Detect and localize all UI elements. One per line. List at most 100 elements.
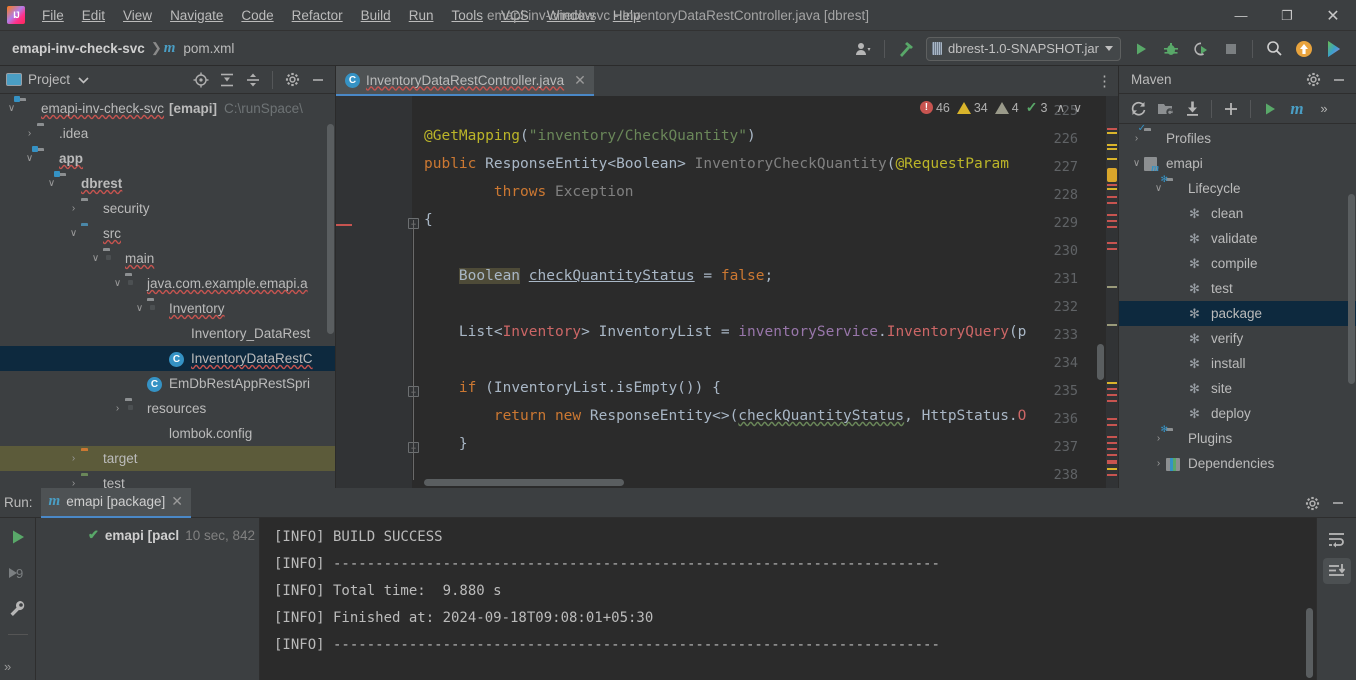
- menu-tools[interactable]: Tools: [442, 5, 492, 26]
- ok-count-group[interactable]: ✓ 3: [1026, 99, 1048, 116]
- tree-item-test[interactable]: › test: [0, 471, 335, 488]
- maximize-button[interactable]: ❐: [1264, 0, 1310, 31]
- chevron-right-icon[interactable]: ›: [66, 453, 81, 464]
- menu-file[interactable]: File: [33, 5, 73, 26]
- chevron-down-icon[interactable]: ∨: [66, 228, 81, 239]
- tree-item-target[interactable]: › target: [0, 446, 335, 471]
- code-editor[interactable]: 225 226 227 228 229 230 231 232 233 234 …: [336, 96, 1118, 488]
- expand-all-icon[interactable]: [215, 69, 239, 91]
- tree-item-emdbrestapp[interactable]: · C EmDbRestAppRestSpri: [0, 371, 335, 396]
- minimize-button[interactable]: —: [1218, 0, 1264, 31]
- maven-goal-clean[interactable]: ✻ clean: [1119, 201, 1356, 226]
- tree-item-security[interactable]: › security: [0, 196, 335, 221]
- run-icon[interactable]: [1127, 36, 1155, 62]
- run-tree-node[interactable]: ✔ emapi [pacl 10 sec, 842 ms: [36, 524, 259, 546]
- tree-item-dbrest[interactable]: ∨ dbrest: [0, 170, 335, 196]
- next-problem-icon[interactable]: ∨: [1071, 101, 1084, 115]
- tree-item-inventory-datarest[interactable]: · Inventory_DataRest: [0, 321, 335, 346]
- tree-item-project-root[interactable]: ∨ emapi-inv-check-svc [emapi] C:\runSpac…: [0, 95, 335, 121]
- tree-item-lombok-config[interactable]: · lombok.config: [0, 421, 335, 446]
- chevron-right-icon[interactable]: ›: [66, 478, 81, 488]
- chevron-down-icon[interactable]: ∨: [88, 253, 103, 264]
- build-console-output[interactable]: [INFO] BUILD SUCCESS [INFO] ------------…: [260, 518, 1316, 680]
- settings-wrench-icon[interactable]: [5, 598, 31, 620]
- editor-vertical-scrollbar[interactable]: [1097, 344, 1104, 380]
- maven-goal-validate[interactable]: ✻ validate: [1119, 226, 1356, 251]
- maven-goal-deploy[interactable]: ✻ deploy: [1119, 401, 1356, 426]
- tree-item-java-package[interactable]: ∨ java.com.example.emapi.a: [0, 271, 335, 296]
- maven-goal-test[interactable]: ✻ test: [1119, 276, 1356, 301]
- run-with-coverage-icon[interactable]: [1187, 36, 1215, 62]
- maven-goal-package[interactable]: ✻ package: [1119, 301, 1356, 326]
- menu-edit[interactable]: Edit: [73, 5, 114, 26]
- maven-item-dependencies[interactable]: › Dependencies: [1119, 451, 1356, 476]
- collapse-all-icon[interactable]: [241, 69, 265, 91]
- menu-build[interactable]: Build: [352, 5, 400, 26]
- maven-scrollbar[interactable]: [1348, 194, 1355, 384]
- scroll-to-end-icon[interactable]: [1322, 558, 1351, 584]
- add-icon[interactable]: [1218, 97, 1244, 121]
- maven-item-plugins[interactable]: › ✻ Plugins: [1119, 424, 1356, 451]
- chevron-down-icon[interactable]: ∨: [22, 153, 37, 164]
- user-avatar-icon[interactable]: [849, 36, 877, 62]
- maven-item-emapi[interactable]: ∨ m emapi: [1119, 151, 1356, 176]
- download-sources-icon[interactable]: [1179, 97, 1205, 121]
- chevron-right-icon[interactable]: ›: [22, 128, 37, 139]
- ide-assistant-icon[interactable]: [1320, 36, 1348, 62]
- chevron-right-icon[interactable]: ›: [110, 403, 125, 414]
- gear-icon[interactable]: [1300, 492, 1324, 514]
- chevron-right-icon[interactable]: ›: [66, 203, 81, 214]
- error-stripe-column[interactable]: [1106, 96, 1118, 488]
- stop-icon[interactable]: [1217, 36, 1245, 62]
- hide-icon[interactable]: [306, 69, 330, 91]
- previous-problem-icon[interactable]: ∧: [1054, 101, 1067, 115]
- gear-icon[interactable]: [280, 69, 304, 91]
- chevron-down-icon[interactable]: ∨: [1129, 158, 1144, 169]
- chevron-right-icon[interactable]: ›: [1151, 433, 1166, 444]
- close-icon[interactable]: ✕: [171, 493, 183, 510]
- editor-tab-inventorydatarestcontroller[interactable]: C InventoryDataRestController.java ✕: [336, 66, 594, 96]
- hide-icon[interactable]: [1326, 492, 1350, 514]
- run-tab-emapi-package[interactable]: m emapi [package] ✕: [40, 487, 191, 518]
- reload-icon[interactable]: [1125, 97, 1151, 121]
- chevron-down-icon[interactable]: ∨: [44, 178, 59, 189]
- menu-view[interactable]: View: [114, 5, 161, 26]
- gear-icon[interactable]: [1301, 69, 1325, 91]
- project-scrollbar[interactable]: [327, 124, 334, 334]
- close-icon[interactable]: ✕: [574, 72, 586, 89]
- more-icon[interactable]: »: [1311, 97, 1337, 121]
- more-icon[interactable]: »: [4, 659, 11, 674]
- chevron-down-icon[interactable]: ∨: [132, 303, 147, 314]
- search-icon[interactable]: [1260, 36, 1288, 62]
- close-button[interactable]: ✕: [1310, 0, 1356, 31]
- run-result-tree[interactable]: ✔ emapi [pacl 10 sec, 842 ms: [36, 518, 260, 680]
- editor-gutter[interactable]: [336, 96, 412, 488]
- maven-item-profiles[interactable]: › ✓ Profiles: [1119, 124, 1356, 151]
- tree-item-main[interactable]: ∨ main: [0, 246, 335, 271]
- menu-run[interactable]: Run: [400, 5, 443, 26]
- maven-item-lifecycle[interactable]: ∨ ✻ Lifecycle: [1119, 174, 1356, 201]
- tree-item-inventorydatarestcontroller[interactable]: · C InventoryDataRestC: [0, 346, 335, 371]
- tree-item-app[interactable]: ∨ app: [0, 145, 335, 171]
- warning-count-group[interactable]: 34: [956, 101, 988, 115]
- update-project-icon[interactable]: [1290, 36, 1318, 62]
- run-configuration-selector[interactable]: dbrest-1.0-SNAPSHOT.jar: [926, 36, 1121, 61]
- maven-goal-verify[interactable]: ✻ verify: [1119, 326, 1356, 351]
- soft-wrap-icon[interactable]: [1323, 526, 1351, 552]
- menu-refactor[interactable]: Refactor: [283, 5, 352, 26]
- menu-vcs[interactable]: VCS: [492, 5, 538, 26]
- hide-icon[interactable]: [1327, 69, 1351, 91]
- add-maven-project-icon[interactable]: [1152, 97, 1178, 121]
- debug-icon[interactable]: [1157, 36, 1185, 62]
- tree-item-resources[interactable]: › resources: [0, 396, 335, 421]
- hammer-icon[interactable]: [892, 36, 920, 62]
- editor-horizontal-scrollbar[interactable]: [424, 479, 624, 486]
- console-scrollbar[interactable]: [1306, 608, 1313, 678]
- maven-goal-compile[interactable]: ✻ compile: [1119, 251, 1356, 276]
- maven-goal-install[interactable]: ✻ install: [1119, 351, 1356, 376]
- tree-item-idea[interactable]: › .idea: [0, 121, 335, 146]
- chevron-down-icon[interactable]: ∨: [1151, 183, 1166, 194]
- breadcrumb-project[interactable]: emapi-inv-check-svc: [8, 39, 149, 58]
- maven-goal-site[interactable]: ✻ site: [1119, 376, 1356, 401]
- project-tree[interactable]: ∨ emapi-inv-check-svc [emapi] C:\runSpac…: [0, 94, 335, 488]
